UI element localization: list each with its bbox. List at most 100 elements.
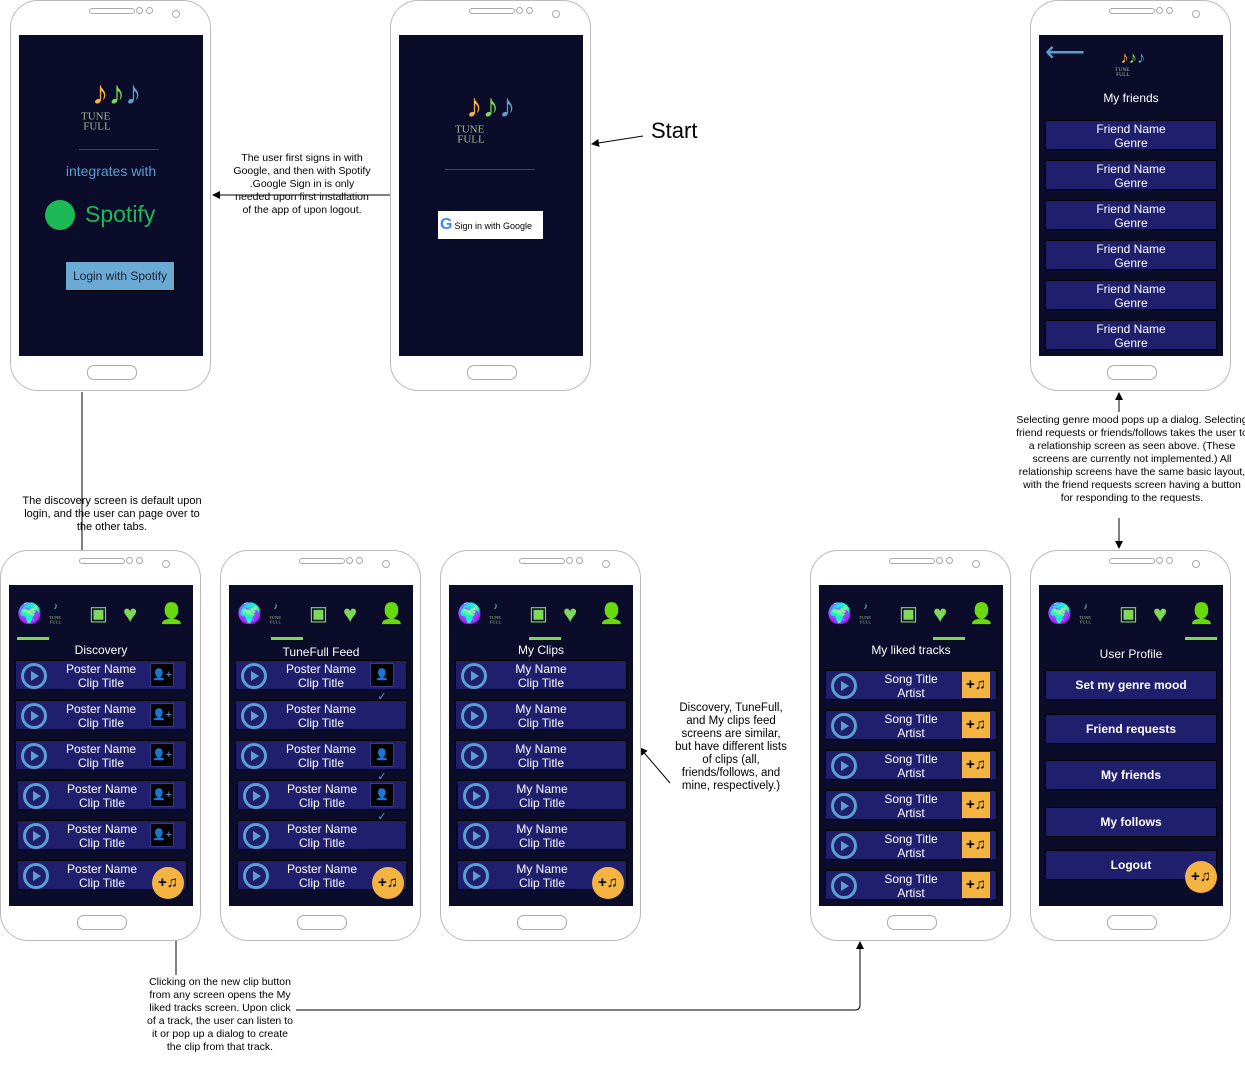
create-clip-button[interactable]: +♫ bbox=[962, 832, 990, 858]
globe-icon[interactable]: 🌍 bbox=[237, 601, 262, 626]
home-button[interactable] bbox=[86, 365, 137, 380]
friend-row[interactable]: Friend Name Genre bbox=[1045, 280, 1217, 310]
track-row[interactable]: Song Title Artist +♫ bbox=[825, 710, 997, 740]
profile-button[interactable]: My friends bbox=[1045, 760, 1217, 790]
clips-icon[interactable]: ▣ bbox=[1119, 601, 1138, 626]
new-clip-button[interactable]: +♫ bbox=[1185, 861, 1217, 893]
profile-button[interactable]: Friend requests bbox=[1045, 714, 1217, 744]
home-button[interactable] bbox=[296, 915, 347, 930]
profile-button[interactable]: My follows bbox=[1045, 807, 1217, 837]
play-icon[interactable] bbox=[21, 703, 47, 729]
home-button[interactable] bbox=[1106, 915, 1157, 930]
track-row[interactable]: Song Title Artist +♫ bbox=[825, 790, 997, 820]
play-icon[interactable] bbox=[831, 753, 857, 779]
play-icon[interactable] bbox=[21, 663, 47, 689]
user-icon[interactable]: 👤 bbox=[159, 601, 184, 626]
add-user-icon[interactable]: 👤+ bbox=[150, 783, 174, 807]
home-button[interactable] bbox=[886, 915, 937, 930]
home-button[interactable] bbox=[516, 915, 567, 930]
list-item[interactable]: Poster Name Clip Title 👤✓ bbox=[237, 780, 407, 823]
play-icon[interactable] bbox=[831, 833, 857, 859]
play-icon[interactable] bbox=[23, 783, 49, 809]
create-clip-button[interactable]: +♫ bbox=[962, 792, 990, 818]
list-item[interactable]: Poster Name Clip Title 👤+ bbox=[15, 660, 187, 690]
user-icon[interactable]: 👤 bbox=[1189, 601, 1214, 626]
play-icon[interactable] bbox=[831, 673, 857, 699]
globe-icon[interactable]: 🌍 bbox=[457, 601, 482, 626]
play-icon[interactable] bbox=[243, 783, 269, 809]
arrow-left-icon[interactable]: ⟵ bbox=[1045, 35, 1085, 68]
profile-button[interactable]: Set my genre mood bbox=[1045, 670, 1217, 700]
create-clip-button[interactable]: +♫ bbox=[962, 872, 990, 898]
new-clip-button[interactable]: +♫ bbox=[592, 867, 624, 899]
list-item[interactable]: Poster Name Clip Title bbox=[237, 820, 407, 850]
play-icon[interactable] bbox=[241, 703, 267, 729]
play-icon[interactable] bbox=[461, 743, 487, 769]
play-icon[interactable] bbox=[831, 873, 857, 899]
globe-icon[interactable]: 🌍 bbox=[827, 601, 852, 626]
home-button[interactable] bbox=[1106, 365, 1157, 380]
friend-row[interactable]: Friend Name Genre bbox=[1045, 240, 1217, 270]
track-row[interactable]: Song Title Artist +♫ bbox=[825, 750, 997, 780]
add-user-icon[interactable]: 👤+ bbox=[150, 743, 174, 767]
heart-icon[interactable]: ♥ bbox=[563, 601, 577, 629]
friend-row[interactable]: Friend Name Genre bbox=[1045, 120, 1217, 150]
list-item[interactable]: My Name Clip Title bbox=[455, 740, 627, 770]
play-icon[interactable] bbox=[463, 783, 489, 809]
new-clip-button[interactable]: +♫ bbox=[152, 867, 184, 899]
play-icon[interactable] bbox=[243, 823, 269, 849]
play-icon[interactable] bbox=[463, 823, 489, 849]
login-spotify-button[interactable]: Login with Spotify bbox=[65, 261, 175, 291]
friend-row[interactable]: Friend Name Genre bbox=[1045, 320, 1217, 350]
add-user-icon[interactable]: 👤+ bbox=[150, 823, 174, 847]
heart-icon[interactable]: ♥ bbox=[1153, 601, 1167, 629]
list-item[interactable]: Poster Name Clip Title 👤✓ bbox=[235, 740, 407, 783]
create-clip-button[interactable]: +♫ bbox=[962, 712, 990, 738]
user-icon[interactable]: 👤 bbox=[379, 601, 404, 626]
play-icon[interactable] bbox=[831, 713, 857, 739]
play-icon[interactable] bbox=[463, 863, 489, 889]
play-icon[interactable] bbox=[831, 793, 857, 819]
clips-icon[interactable]: ▣ bbox=[529, 601, 548, 626]
play-icon[interactable] bbox=[23, 823, 49, 849]
friend-row[interactable]: Friend Name Genre bbox=[1045, 160, 1217, 190]
add-user-icon[interactable]: 👤+ bbox=[150, 703, 174, 727]
check-user-icon[interactable]: 👤✓ bbox=[370, 783, 394, 823]
user-icon[interactable]: 👤 bbox=[969, 601, 994, 626]
heart-icon[interactable]: ♥ bbox=[123, 601, 137, 629]
friend-row[interactable]: Friend Name Genre bbox=[1045, 200, 1217, 230]
globe-icon[interactable]: 🌍 bbox=[17, 601, 42, 626]
play-icon[interactable] bbox=[23, 863, 49, 889]
track-row[interactable]: Song Title Artist +♫ bbox=[825, 670, 997, 700]
create-clip-button[interactable]: +♫ bbox=[962, 752, 990, 778]
create-clip-button[interactable]: +♫ bbox=[962, 672, 990, 698]
new-clip-button[interactable]: +♫ bbox=[372, 867, 404, 899]
list-item[interactable]: Poster Name Clip Title 👤+ bbox=[15, 740, 187, 770]
play-icon[interactable] bbox=[243, 863, 269, 889]
list-item[interactable]: Poster Name Clip Title 👤+ bbox=[17, 780, 187, 810]
list-item[interactable]: My Name Clip Title bbox=[457, 780, 627, 810]
google-signin-button[interactable]: G Sign in with Google bbox=[438, 211, 543, 239]
check-user-icon[interactable]: 👤✓ bbox=[370, 663, 394, 703]
user-icon[interactable]: 👤 bbox=[599, 601, 624, 626]
add-user-icon[interactable]: 👤+ bbox=[150, 663, 174, 687]
play-icon[interactable] bbox=[21, 743, 47, 769]
clips-icon[interactable]: ▣ bbox=[899, 601, 918, 626]
clips-icon[interactable]: ▣ bbox=[89, 601, 108, 626]
list-item[interactable]: My Name Clip Title bbox=[457, 820, 627, 850]
list-item[interactable]: Poster Name Clip Title 👤✓ bbox=[235, 660, 407, 703]
track-row[interactable]: Song Title Artist +♫ bbox=[825, 870, 997, 900]
list-item[interactable]: My Name Clip Title bbox=[455, 660, 627, 690]
play-icon[interactable] bbox=[241, 663, 267, 689]
play-icon[interactable] bbox=[241, 743, 267, 769]
heart-icon[interactable]: ♥ bbox=[343, 601, 357, 629]
heart-icon[interactable]: ♥ bbox=[933, 601, 947, 629]
list-item[interactable]: Poster Name Clip Title bbox=[235, 700, 407, 730]
home-button[interactable] bbox=[466, 365, 517, 380]
check-user-icon[interactable]: 👤✓ bbox=[370, 743, 394, 783]
list-item[interactable]: Poster Name Clip Title 👤+ bbox=[15, 700, 187, 730]
list-item[interactable]: My Name Clip Title bbox=[455, 700, 627, 730]
globe-icon[interactable]: 🌍 bbox=[1047, 601, 1072, 626]
list-item[interactable]: Poster Name Clip Title 👤+ bbox=[17, 820, 187, 850]
play-icon[interactable] bbox=[461, 703, 487, 729]
